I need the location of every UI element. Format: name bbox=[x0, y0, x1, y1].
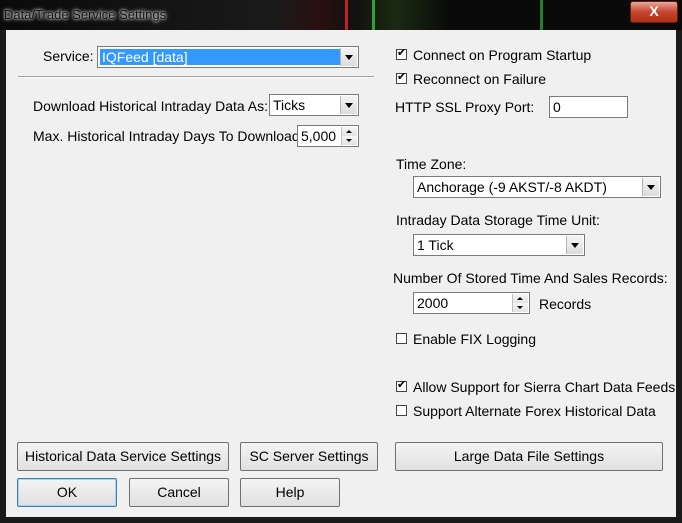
download-as-label: Download Historical Intraday Data As: bbox=[33, 98, 268, 114]
help-button[interactable]: Help bbox=[240, 478, 340, 507]
background-stripe bbox=[540, 0, 543, 30]
time-zone-label: Time Zone: bbox=[396, 156, 467, 172]
spin-control[interactable] bbox=[512, 294, 528, 312]
cancel-button[interactable]: Cancel bbox=[129, 478, 229, 507]
ts-records-label: Number Of Stored Time And Sales Records: bbox=[393, 270, 668, 286]
close-icon: X bbox=[649, 3, 659, 19]
frame-border bbox=[676, 30, 682, 523]
frame-border bbox=[0, 30, 6, 523]
reconnect-failure-checkbox[interactable] bbox=[396, 70, 407, 84]
service-value: IQFeed [data] bbox=[100, 49, 340, 65]
divider bbox=[18, 76, 374, 78]
ts-records-stepper[interactable]: 2000 bbox=[413, 292, 530, 314]
ts-records-value: 2000 bbox=[417, 295, 449, 311]
large-data-file-settings-button[interactable]: Large Data File Settings bbox=[395, 442, 663, 471]
connect-startup-checkbox[interactable] bbox=[396, 46, 407, 60]
spin-down-icon[interactable] bbox=[513, 303, 528, 312]
storage-unit-label: Intraday Data Storage Time Unit: bbox=[396, 212, 600, 228]
download-as-value: Ticks bbox=[273, 97, 306, 113]
background-stripe bbox=[372, 0, 375, 30]
reconnect-failure-label: Reconnect on Failure bbox=[413, 71, 547, 87]
chevron-down-icon[interactable] bbox=[340, 48, 357, 66]
proxy-port-value: 0 bbox=[553, 99, 561, 115]
alt-forex-checkbox[interactable] bbox=[396, 405, 407, 416]
chevron-down-icon[interactable] bbox=[566, 236, 583, 254]
spin-down-icon[interactable] bbox=[342, 136, 357, 145]
ok-button[interactable]: OK bbox=[17, 478, 117, 507]
connect-startup-label: Connect on Program Startup bbox=[413, 47, 592, 63]
storage-unit-value: 1 Tick bbox=[417, 237, 454, 253]
background-stripe bbox=[345, 0, 348, 30]
chevron-down-icon[interactable] bbox=[642, 178, 659, 196]
max-days-label: Max. Historical Intraday Days To Downloa… bbox=[33, 128, 304, 144]
spin-control[interactable] bbox=[341, 127, 357, 145]
sierra-feeds-checkbox[interactable] bbox=[396, 378, 407, 392]
sierra-feeds-label: Allow Support for Sierra Chart Data Feed… bbox=[413, 379, 676, 395]
max-days-stepper[interactable]: 5,000 bbox=[297, 125, 359, 147]
sc-server-settings-button[interactable]: SC Server Settings bbox=[240, 442, 378, 471]
time-zone-value: Anchorage (-9 AKST/-8 AKDT) bbox=[417, 179, 607, 195]
title-bar[interactable]: Data/Trade Service Settings X bbox=[0, 0, 682, 30]
fix-logging-label: Enable FIX Logging bbox=[413, 331, 536, 347]
proxy-port-input[interactable]: 0 bbox=[549, 96, 628, 118]
historical-data-settings-button[interactable]: Historical Data Service Settings bbox=[17, 442, 229, 471]
max-days-value: 5,000 bbox=[301, 128, 337, 144]
download-as-select[interactable]: Ticks bbox=[269, 94, 359, 116]
proxy-port-label: HTTP SSL Proxy Port: bbox=[395, 99, 535, 115]
time-zone-select[interactable]: Anchorage (-9 AKST/-8 AKDT) bbox=[413, 176, 661, 198]
chevron-down-icon[interactable] bbox=[340, 96, 357, 114]
service-select[interactable]: IQFeed [data] bbox=[97, 46, 359, 68]
window-title: Data/Trade Service Settings bbox=[4, 7, 167, 22]
close-button[interactable]: X bbox=[630, 1, 678, 23]
ts-records-suffix: Records bbox=[539, 296, 592, 312]
fix-logging-checkbox[interactable] bbox=[396, 333, 407, 344]
storage-unit-select[interactable]: 1 Tick bbox=[413, 234, 585, 256]
frame-border bbox=[0, 517, 682, 523]
service-label: Service: bbox=[43, 48, 94, 64]
alt-forex-label: Support Alternate Forex Historical Data bbox=[413, 403, 656, 419]
